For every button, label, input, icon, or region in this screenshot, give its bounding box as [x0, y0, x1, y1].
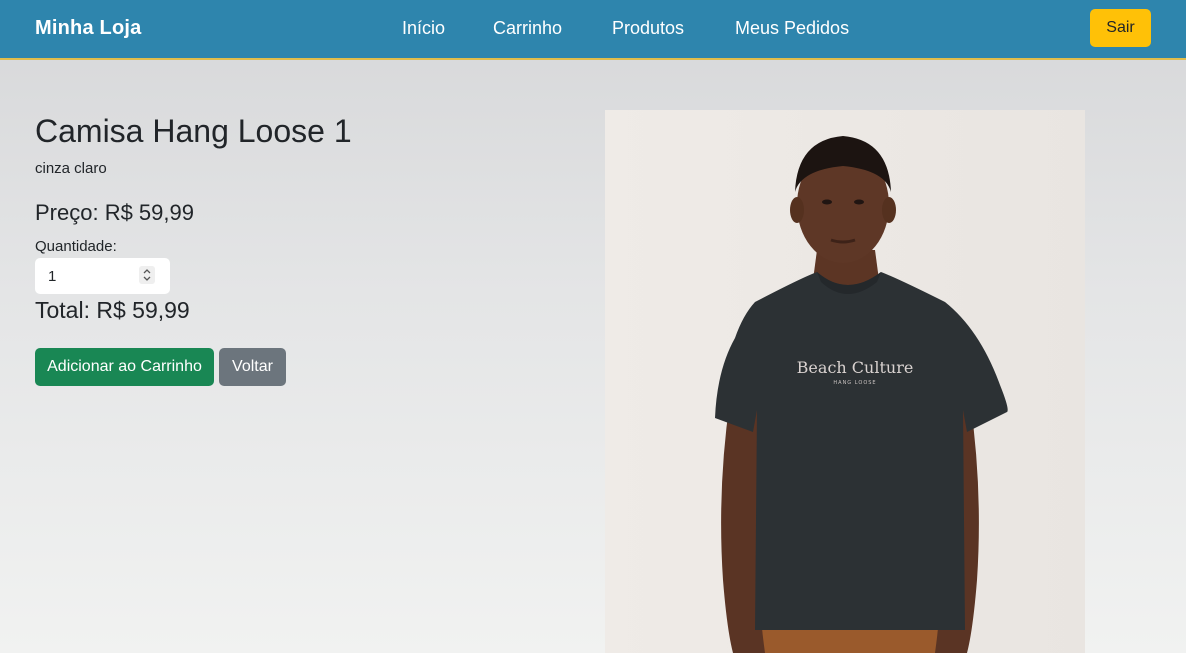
nav-link-inicio[interactable]: Início	[402, 18, 445, 39]
quantity-input[interactable]: 1	[35, 258, 170, 294]
nav-links: Início Carrinho Produtos Meus Pedidos	[0, 0, 1186, 58]
navbar: Minha Loja Início Carrinho Produtos Meus…	[0, 0, 1186, 60]
add-to-cart-button[interactable]: Adicionar ao Carrinho	[35, 348, 214, 386]
nav-link-carrinho[interactable]: Carrinho	[493, 18, 562, 39]
back-button[interactable]: Voltar	[219, 348, 286, 386]
product-description: cinza claro	[35, 160, 107, 177]
spinner-arrows-icon[interactable]	[139, 266, 155, 284]
nav-link-meus-pedidos[interactable]: Meus Pedidos	[735, 18, 849, 39]
shirt-print-text: Beach Culture	[797, 358, 914, 377]
nav-link-produtos[interactable]: Produtos	[612, 18, 684, 39]
quantity-label: Quantidade:	[35, 238, 117, 255]
quantity-value: 1	[48, 268, 57, 285]
product-price: Preço: R$ 59,99	[35, 200, 194, 225]
product-title: Camisa Hang Loose 1	[35, 113, 352, 149]
logout-button[interactable]: Sair	[1090, 9, 1151, 47]
shirt-print-subtext: HANG LOOSE	[833, 380, 876, 386]
product-total: Total: R$ 59,99	[35, 297, 190, 323]
product-image: Beach Culture HANG LOOSE	[605, 110, 1085, 653]
